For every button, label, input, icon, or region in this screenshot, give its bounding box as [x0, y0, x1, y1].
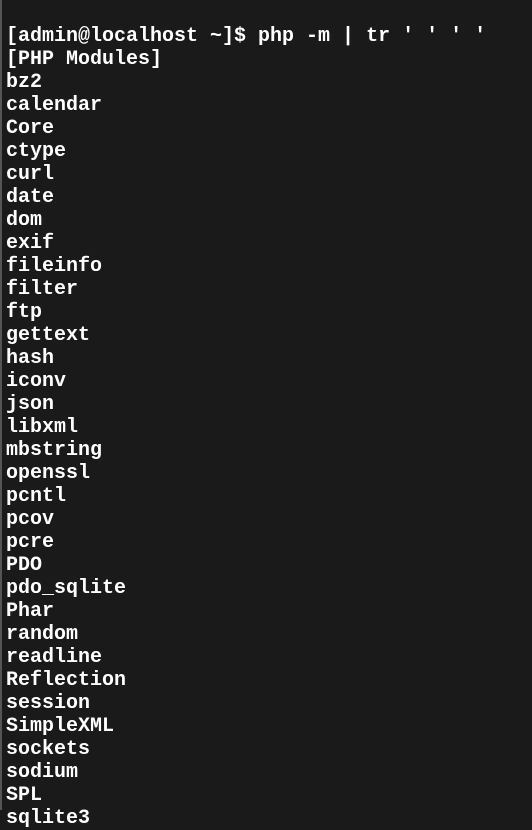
module-item: pcntl [6, 485, 528, 508]
module-item: openssl [6, 462, 528, 485]
module-item: Core [6, 117, 528, 140]
module-item: pdo_sqlite [6, 577, 528, 600]
module-item: sodium [6, 761, 528, 784]
command-text: php -m | tr ' ' ' ' [258, 25, 486, 48]
module-item: fileinfo [6, 255, 528, 278]
module-item: SPL [6, 784, 528, 807]
module-item: filter [6, 278, 528, 301]
module-item: session [6, 692, 528, 715]
module-item: Phar [6, 600, 528, 623]
module-item: date [6, 186, 528, 209]
terminal-window[interactable]: [admin@localhost ~]$ php -m | tr ' ' ' '… [6, 2, 528, 830]
module-item: gettext [6, 324, 528, 347]
module-list: bz2calendarCorectypecurldatedomexiffilei… [6, 71, 528, 830]
output-header: [PHP Modules] [6, 48, 528, 71]
module-item: pcov [6, 508, 528, 531]
module-item: bz2 [6, 71, 528, 94]
module-item: ctype [6, 140, 528, 163]
module-item: dom [6, 209, 528, 232]
module-item: libxml [6, 416, 528, 439]
module-item: PDO [6, 554, 528, 577]
module-item: pcre [6, 531, 528, 554]
module-item: calendar [6, 94, 528, 117]
module-item: curl [6, 163, 528, 186]
module-item: SimpleXML [6, 715, 528, 738]
module-item: ftp [6, 301, 528, 324]
module-item: json [6, 393, 528, 416]
module-item: Reflection [6, 669, 528, 692]
module-item: readline [6, 646, 528, 669]
module-item: random [6, 623, 528, 646]
module-item: hash [6, 347, 528, 370]
prompt-line: [admin@localhost ~]$ php -m | tr ' ' ' ' [6, 25, 528, 48]
module-item: exif [6, 232, 528, 255]
module-item: iconv [6, 370, 528, 393]
module-item: sockets [6, 738, 528, 761]
shell-prompt: [admin@localhost ~]$ [6, 25, 258, 48]
module-item: sqlite3 [6, 807, 528, 830]
module-item: mbstring [6, 439, 528, 462]
